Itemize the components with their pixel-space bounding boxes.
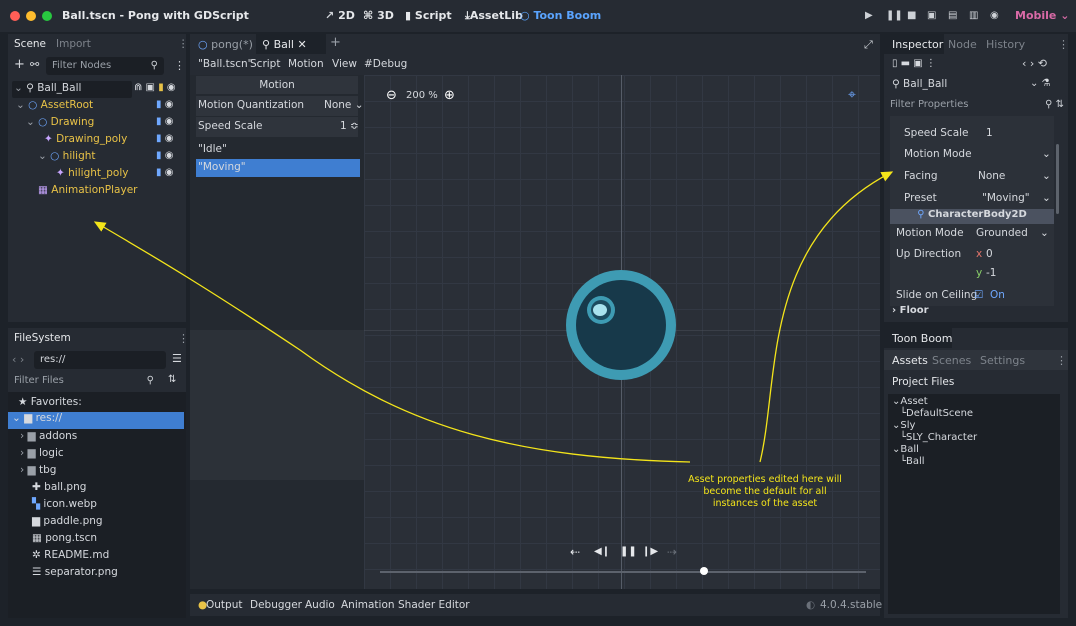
annotation-arrows (93, 171, 894, 463)
editor-window: Ball.tscn - Pong with GDScript ↗ 2D ⌘ 3D… (0, 0, 1076, 626)
arrow-to-scene-tree (93, 221, 691, 463)
arrow-to-inspector (759, 171, 894, 463)
annotation-text: Asset properties edited here will become… (688, 474, 842, 509)
